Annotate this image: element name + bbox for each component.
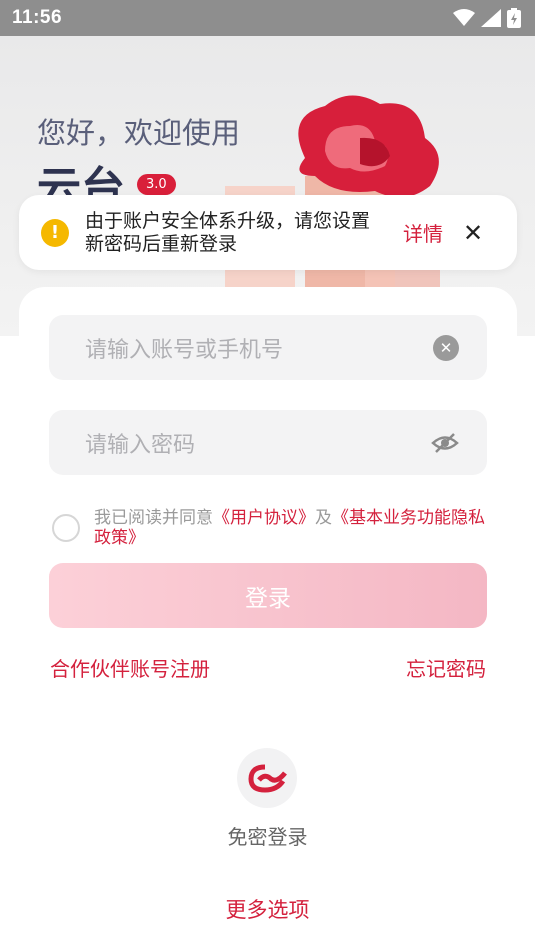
- version-badge: 3.0: [137, 174, 176, 195]
- forgot-password-link[interactable]: 忘记密码: [406, 653, 486, 682]
- agreement-text: 我已阅读并同意《用户协议》及《基本业务功能隐私政策》: [94, 508, 492, 548]
- wifi-icon: [453, 9, 475, 26]
- passwordless-login-button[interactable]: [237, 748, 297, 808]
- notice-message: 由于账户安全体系升级，请您设置新密码后重新登录: [85, 209, 371, 255]
- account-input[interactable]: 请输入账号或手机号 ✕: [49, 315, 487, 380]
- password-placeholder: 请输入密码: [85, 432, 196, 458]
- agreement-prefix: 我已阅读并同意: [94, 508, 213, 528]
- greeting-text: 您好，欢迎使用: [37, 116, 241, 150]
- details-link[interactable]: 详情: [403, 218, 443, 247]
- status-icons: [453, 8, 521, 28]
- agreement-checkbox[interactable]: [52, 514, 80, 542]
- security-notice: ! 由于账户安全体系升级，请您设置新密码后重新登录 详情 ✕: [19, 195, 517, 270]
- status-bar: 11:56: [0, 0, 535, 36]
- eye-off-icon[interactable]: [431, 432, 459, 454]
- close-icon[interactable]: ✕: [463, 221, 483, 245]
- user-agreement-link[interactable]: 《用户协议》: [213, 508, 315, 528]
- agreement-row: 我已阅读并同意《用户协议》及《基本业务功能隐私政策》: [52, 508, 492, 552]
- warning-icon: !: [41, 218, 69, 247]
- account-placeholder: 请输入账号或手机号: [85, 337, 284, 363]
- password-input[interactable]: 请输入密码: [49, 410, 487, 475]
- clear-icon[interactable]: ✕: [433, 334, 459, 361]
- battery-charging-icon: [507, 8, 521, 28]
- login-button[interactable]: 登录: [49, 563, 487, 628]
- status-time: 11:56: [12, 7, 63, 28]
- passwordless-login-label: 免密登录: [227, 825, 308, 849]
- partner-register-link[interactable]: 合作伙伴账号注册: [50, 653, 210, 682]
- agreement-and: 及: [315, 508, 332, 528]
- brand-logo-icon: [248, 764, 287, 793]
- more-options-link[interactable]: 更多选项: [0, 894, 535, 924]
- signal-icon: [481, 9, 501, 27]
